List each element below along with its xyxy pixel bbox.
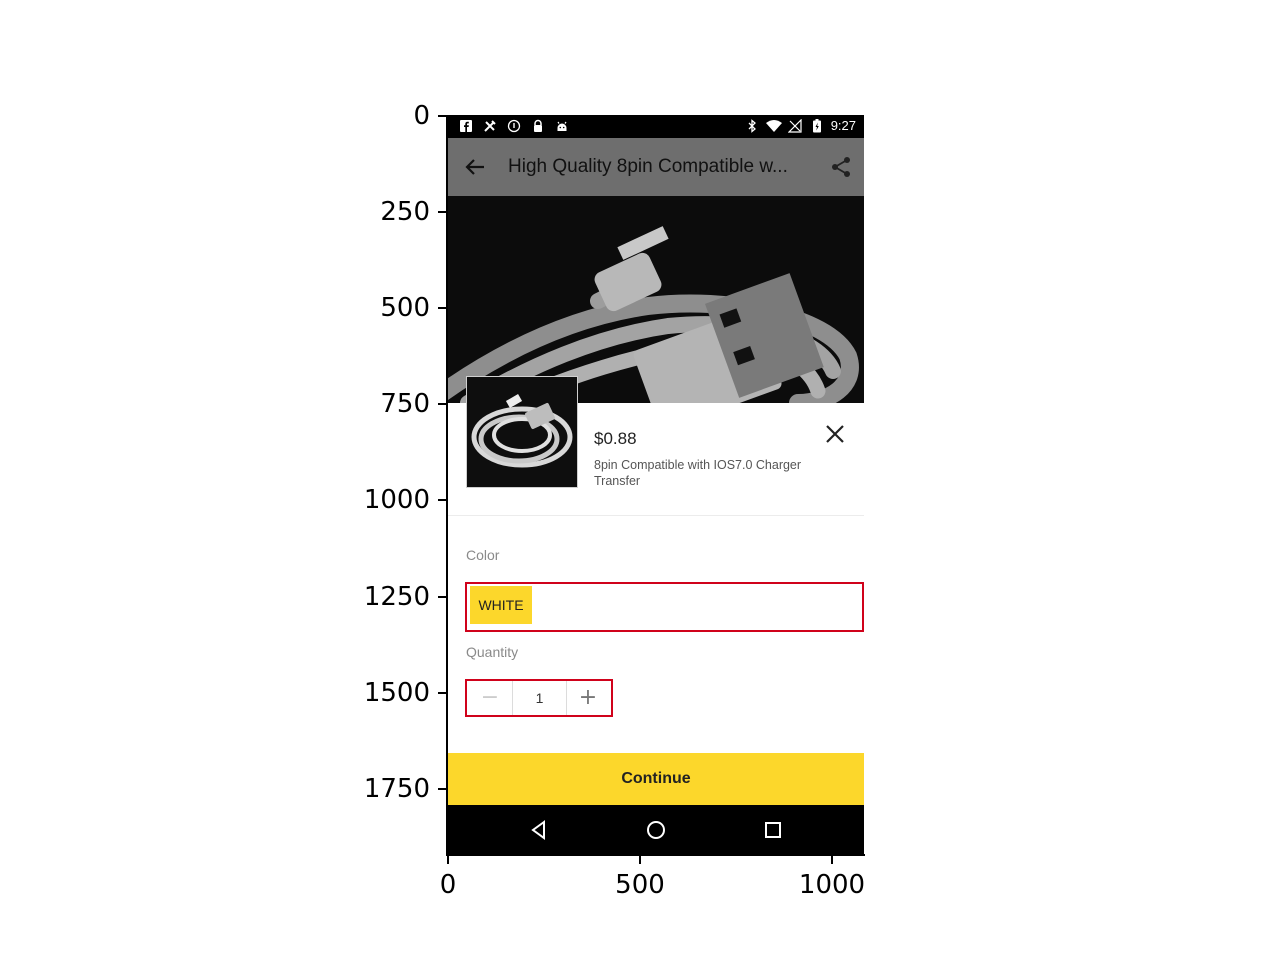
y-tick-label: 250 <box>380 197 430 227</box>
y-tick-label: 750 <box>380 389 430 419</box>
continue-button[interactable]: Continue <box>448 753 864 805</box>
lock-icon <box>531 119 545 133</box>
y-tick-label: 1500 <box>363 678 430 708</box>
x-tick-label: 0 <box>439 870 457 900</box>
y-tick-label: 0 <box>413 101 430 131</box>
product-hero-image <box>448 196 864 403</box>
x-tick <box>831 856 833 864</box>
sku-selector-sheet: $0.88 8pin Compatible with IOS7.0 Charge… <box>448 376 864 803</box>
y-tick <box>438 307 446 309</box>
battery-charging-icon <box>810 119 824 133</box>
y-tick <box>438 788 446 790</box>
y-tick <box>438 596 446 598</box>
y-tick-label: 500 <box>380 293 430 323</box>
status-time: 9:27 <box>830 118 856 133</box>
circle-info-icon <box>507 119 521 133</box>
quantity-stepper: − 1 + <box>465 679 613 717</box>
app-bar: High Quality 8pin Compatible w... <box>448 138 864 196</box>
x-tick-label: 500 <box>615 870 665 900</box>
nav-back-icon[interactable] <box>526 817 552 843</box>
facebook-icon <box>459 119 473 133</box>
nav-home-icon[interactable] <box>643 817 669 843</box>
y-tick <box>438 211 446 213</box>
phone-screen: 9:27 High Quality 8pin Compatible w... $… <box>448 115 864 854</box>
color-label: Color <box>466 547 500 563</box>
bluetooth-icon <box>745 119 759 133</box>
divider <box>448 515 864 516</box>
product-thumbnail <box>466 376 578 488</box>
y-tick <box>438 403 446 405</box>
x-tick-label: 1000 <box>798 870 866 900</box>
close-icon[interactable] <box>824 423 846 445</box>
y-tick-label: 1000 <box>363 485 430 515</box>
android-icon <box>555 119 569 133</box>
quantity-value[interactable]: 1 <box>513 682 566 714</box>
x-axis-spine <box>446 854 865 856</box>
page-title: High Quality 8pin Compatible w... <box>508 156 788 177</box>
x-tick <box>639 856 641 864</box>
system-nav-bar <box>448 805 864 854</box>
x-tick <box>447 856 449 864</box>
color-options: WHITE <box>465 582 864 632</box>
no-signal-icon <box>787 118 802 133</box>
color-option-white[interactable]: WHITE <box>470 586 532 624</box>
quantity-label: Quantity <box>466 644 519 660</box>
share-icon[interactable] <box>828 154 854 180</box>
product-name: 8pin Compatible with IOS7.0 Charger Tran… <box>594 458 802 488</box>
y-tick-label: 1750 <box>363 774 430 804</box>
quantity-plus-button[interactable]: + <box>566 682 610 714</box>
y-tick <box>438 692 446 694</box>
y-tick <box>438 499 446 501</box>
back-arrow-icon[interactable] <box>460 152 490 182</box>
y-tick <box>438 115 446 117</box>
quantity-minus-button[interactable]: − <box>468 682 512 714</box>
status-bar: 9:27 <box>448 115 864 138</box>
product-price: $0.88 <box>594 429 637 448</box>
tools-icon <box>483 119 497 133</box>
y-tick-label: 1250 <box>363 582 430 612</box>
nav-recents-icon[interactable] <box>760 817 786 843</box>
wifi-icon <box>765 119 783 133</box>
